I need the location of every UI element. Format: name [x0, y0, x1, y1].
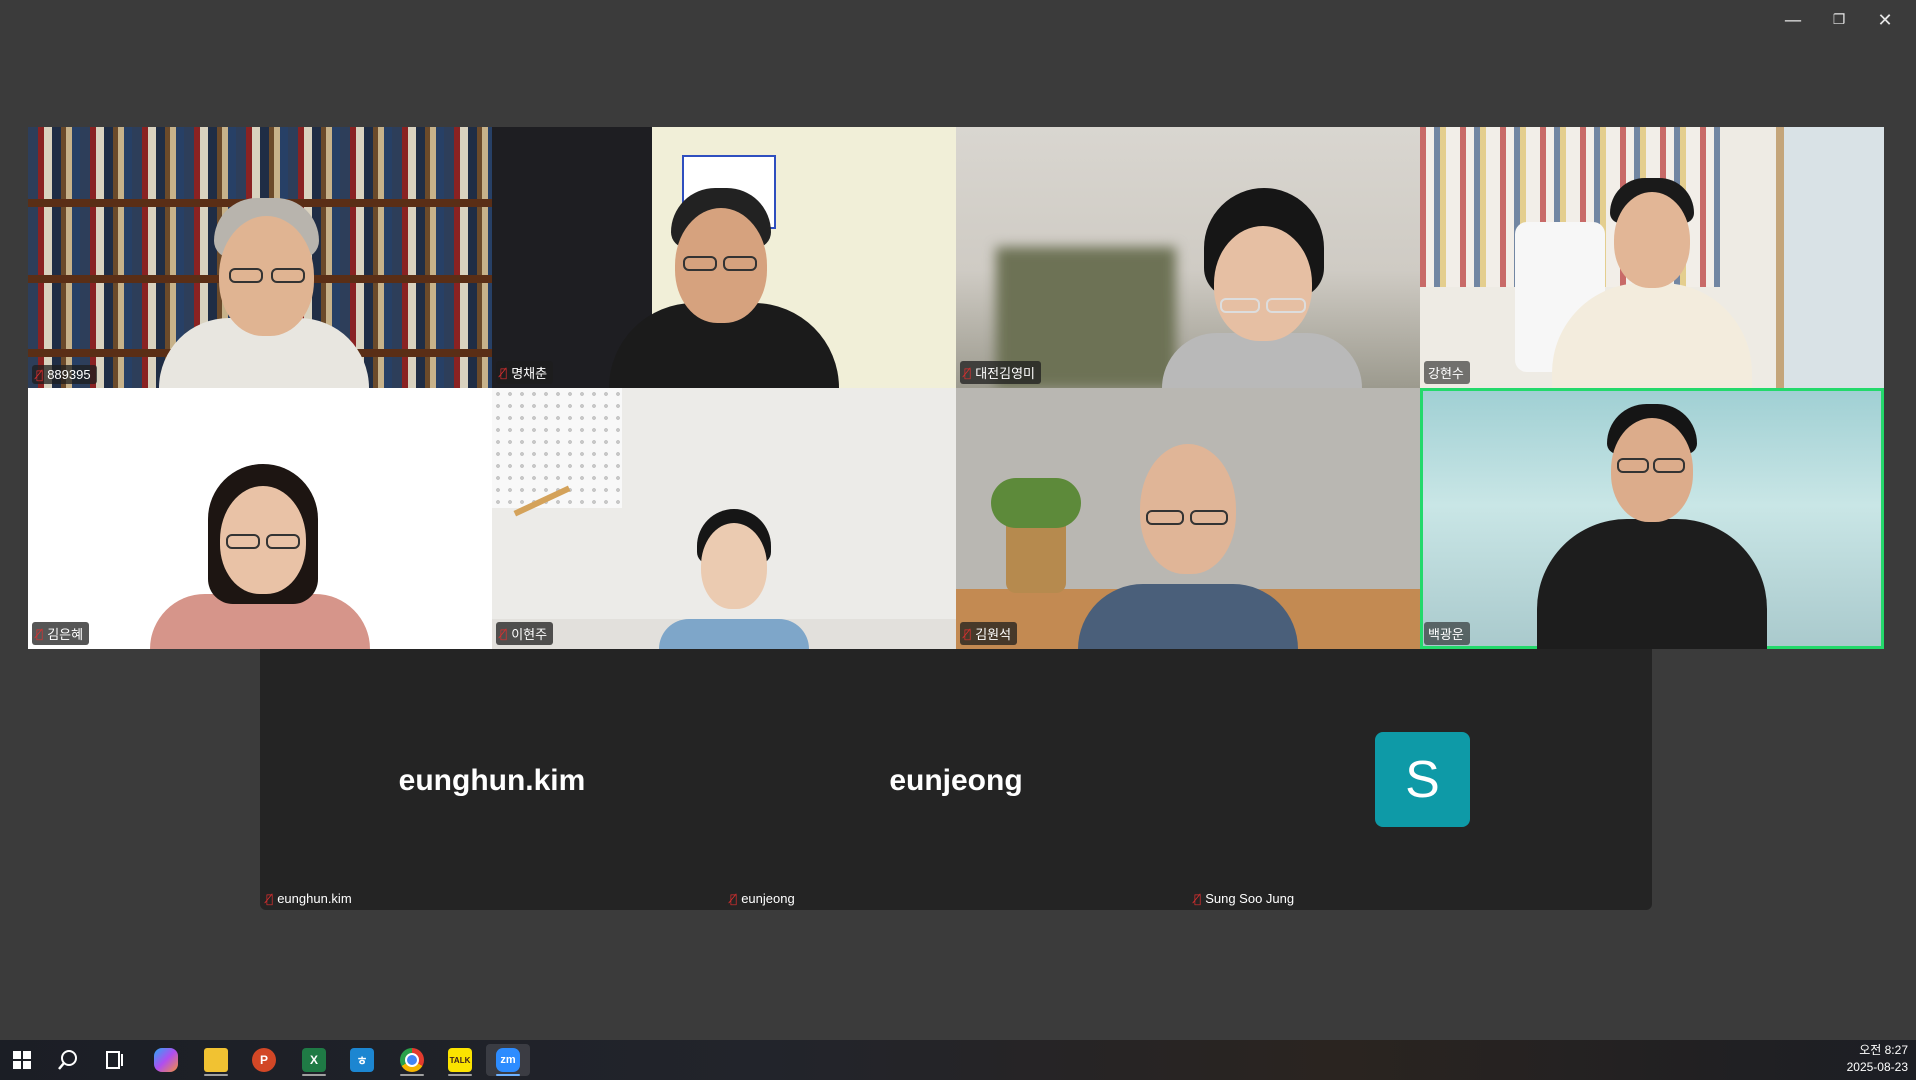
participant-name: 889395 [47, 367, 91, 382]
mic-muted-icon: 🎙̸ [500, 626, 508, 641]
participant-display-name: eunjeong [889, 764, 1023, 797]
taskbar: P X ㅎ TALK zm 오전 8:27 2025-08-23 [0, 1040, 1916, 1080]
hangul-icon[interactable]: ㅎ [340, 1044, 384, 1076]
participant-figure [159, 198, 369, 388]
mic-muted-icon: 🎙̸ [36, 626, 44, 641]
window [1776, 127, 1884, 388]
mic-muted-icon: 🎙̸ [1194, 891, 1202, 906]
participant-tile-no-video[interactable]: S 🎙̸ Sung Soo Jung [1188, 649, 1652, 910]
participant-name: 명채춘 [511, 366, 548, 381]
participant-name: 김원석 [975, 627, 1012, 642]
video-tile[interactable]: 🎙̸ 이현주 [492, 388, 956, 649]
kakaotalk-icon[interactable]: TALK [438, 1044, 482, 1076]
clock-time: 오전 8:27 [1859, 1043, 1908, 1057]
mic-muted-icon: 🎙̸ [36, 367, 44, 382]
video-tile[interactable]: 강현수 [1420, 127, 1884, 388]
video-tile[interactable]: 🎙̸ 명채춘 [492, 127, 956, 388]
minimize-button[interactable]: — [1770, 6, 1816, 34]
restore-button[interactable]: ❐ [1816, 6, 1862, 34]
video-tile[interactable]: 🎙̸ 김은혜 [28, 388, 492, 649]
participant-name: eunjeong [741, 891, 795, 906]
participant-tile-no-video[interactable]: eunghun.kim 🎙̸ eunghun.kim [260, 649, 724, 910]
participant-nametag: 🎙̸ Sung Soo Jung [1194, 891, 1294, 906]
clock-date: 2025-08-23 [1846, 1060, 1908, 1074]
participant-nametag: 🎙̸ 김은혜 [32, 622, 90, 645]
participant-name: 김은혜 [47, 627, 84, 642]
video-tile[interactable]: 🎙̸ 김원석 [956, 388, 1420, 649]
participant-name: 이현주 [511, 627, 548, 642]
chrome-icon[interactable] [390, 1044, 434, 1076]
participant-nametag: 백광운 [1424, 622, 1470, 645]
participant-avatar: S [1375, 732, 1470, 827]
video-tile[interactable]: 🎙̸ 대전김영미 [956, 127, 1420, 388]
task-view-icon[interactable] [94, 1044, 138, 1076]
participant-nametag: 🎙̸ 김원석 [960, 622, 1018, 645]
close-button[interactable]: ✕ [1862, 6, 1908, 34]
participant-figure [1162, 188, 1362, 388]
mic-muted-icon: 🎙̸ [266, 891, 274, 906]
participant-name: 백광운 [1428, 627, 1464, 642]
window-controls: — ❐ ✕ [1770, 6, 1908, 34]
plant-pot [1006, 518, 1066, 593]
no-video-participants: eunghun.kim 🎙̸ eunghun.kim eunjeong 🎙̸ e… [260, 649, 1652, 910]
participant-figure [609, 188, 839, 388]
participant-nametag: 🎙̸ 이현주 [496, 622, 554, 645]
mic-muted-icon: 🎙̸ [500, 365, 508, 380]
participant-figure [150, 464, 370, 649]
participant-figure [1078, 444, 1298, 649]
search-icon[interactable] [46, 1044, 90, 1076]
powerpoint-icon[interactable]: P [242, 1044, 286, 1076]
participant-name: Sung Soo Jung [1205, 891, 1295, 906]
participant-nametag: 강현수 [1424, 361, 1470, 384]
mic-muted-icon: 🎙̸ [964, 365, 972, 380]
participant-nametag: 🎙̸ eunjeong [730, 891, 795, 906]
participant-figure [1537, 404, 1767, 649]
plant [991, 478, 1081, 528]
participant-nametag: 🎙̸ 889395 [32, 365, 97, 384]
participant-nametag: 🎙̸ 대전김영미 [960, 361, 1042, 384]
video-tile-active-speaker[interactable]: 백광운 [1420, 388, 1884, 649]
windows-start-icon[interactable] [0, 1044, 44, 1076]
zoom-icon[interactable]: zm [486, 1044, 530, 1076]
participant-nametag: 🎙̸ eunghun.kim [266, 891, 352, 906]
participant-name: 강현수 [1428, 366, 1464, 381]
file-explorer-icon[interactable] [194, 1044, 238, 1076]
participant-figure [1552, 178, 1752, 388]
mic-muted-icon: 🎙̸ [964, 626, 972, 641]
video-gallery: 🎙̸ 889395 🎙̸ 명채춘 🎙̸ 대전김영미 강현수 🎙̸ 김은혜 🎙̸ … [28, 127, 1884, 649]
video-tile[interactable]: 🎙̸ 889395 [28, 127, 492, 388]
participant-tile-no-video[interactable]: eunjeong 🎙̸ eunjeong [724, 649, 1188, 910]
participant-figure [659, 509, 809, 649]
participant-name: eunghun.kim [277, 891, 352, 906]
copilot-icon[interactable] [144, 1044, 188, 1076]
participant-nametag: 🎙̸ 명채춘 [496, 361, 554, 384]
mic-muted-icon: 🎙̸ [730, 891, 738, 906]
participant-display-name: eunghun.kim [398, 764, 586, 797]
participant-name: 대전김영미 [975, 366, 1036, 381]
excel-icon[interactable]: X [292, 1044, 336, 1076]
taskbar-clock[interactable]: 오전 8:27 2025-08-23 [1847, 1042, 1908, 1076]
